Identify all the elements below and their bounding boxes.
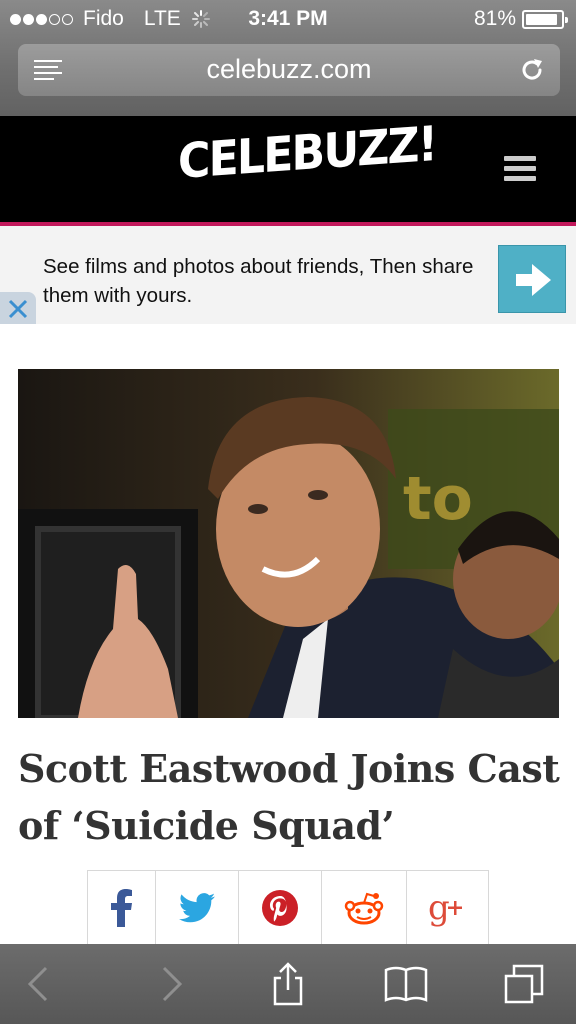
ad-banner[interactable]: See films and photos about friends, Then… bbox=[0, 226, 576, 324]
pinterest-share-button[interactable] bbox=[239, 871, 322, 945]
status-right: 81% bbox=[473, 7, 568, 31]
facebook-share-button[interactable] bbox=[88, 871, 156, 945]
browser-toolbar bbox=[0, 944, 576, 1024]
book-icon[interactable] bbox=[384, 962, 428, 1006]
reddit-icon bbox=[344, 892, 384, 925]
chevron-left-icon[interactable] bbox=[18, 962, 62, 1006]
chevron-right-icon[interactable] bbox=[148, 962, 192, 1006]
hamburger-menu-icon[interactable] bbox=[504, 156, 536, 182]
pinterest-icon bbox=[262, 890, 298, 926]
twitter-icon bbox=[179, 893, 215, 923]
ad-text[interactable]: See films and photos about friends, Then… bbox=[43, 252, 483, 310]
facebook-icon bbox=[110, 889, 132, 927]
tabs-icon[interactable] bbox=[502, 962, 546, 1006]
share-bar: g bbox=[87, 870, 489, 946]
url-text[interactable]: celebuzz.com bbox=[18, 54, 560, 85]
google-plus-share-button[interactable]: g bbox=[407, 871, 488, 945]
battery-icon bbox=[522, 9, 568, 29]
reddit-share-button[interactable] bbox=[322, 871, 407, 945]
share-icon[interactable] bbox=[266, 962, 310, 1006]
status-bar: Fido LTE 3:41 PM 81% bbox=[0, 0, 576, 38]
google-plus-icon: g bbox=[428, 889, 462, 927]
arrow-right-icon[interactable] bbox=[498, 245, 566, 313]
site-header: CELEBUZZ! bbox=[0, 116, 576, 226]
svg-text:g: g bbox=[428, 889, 450, 927]
article-title[interactable]: Scott Eastwood Joins Cast of ‘Suicide Sq… bbox=[18, 740, 568, 854]
close-x-icon[interactable] bbox=[0, 292, 36, 324]
browser-chrome: Fido LTE 3:41 PM 81% celebuzz.com bbox=[0, 0, 576, 116]
article-hero-image[interactable]: to bbox=[18, 369, 559, 718]
reload-icon[interactable] bbox=[518, 56, 546, 84]
battery-percent: 81% bbox=[473, 7, 516, 30]
site-logo[interactable]: CELEBUZZ! bbox=[178, 116, 436, 190]
address-bar[interactable]: celebuzz.com bbox=[18, 44, 560, 96]
twitter-share-button[interactable] bbox=[156, 871, 239, 945]
svg-text:to: to bbox=[403, 464, 473, 534]
